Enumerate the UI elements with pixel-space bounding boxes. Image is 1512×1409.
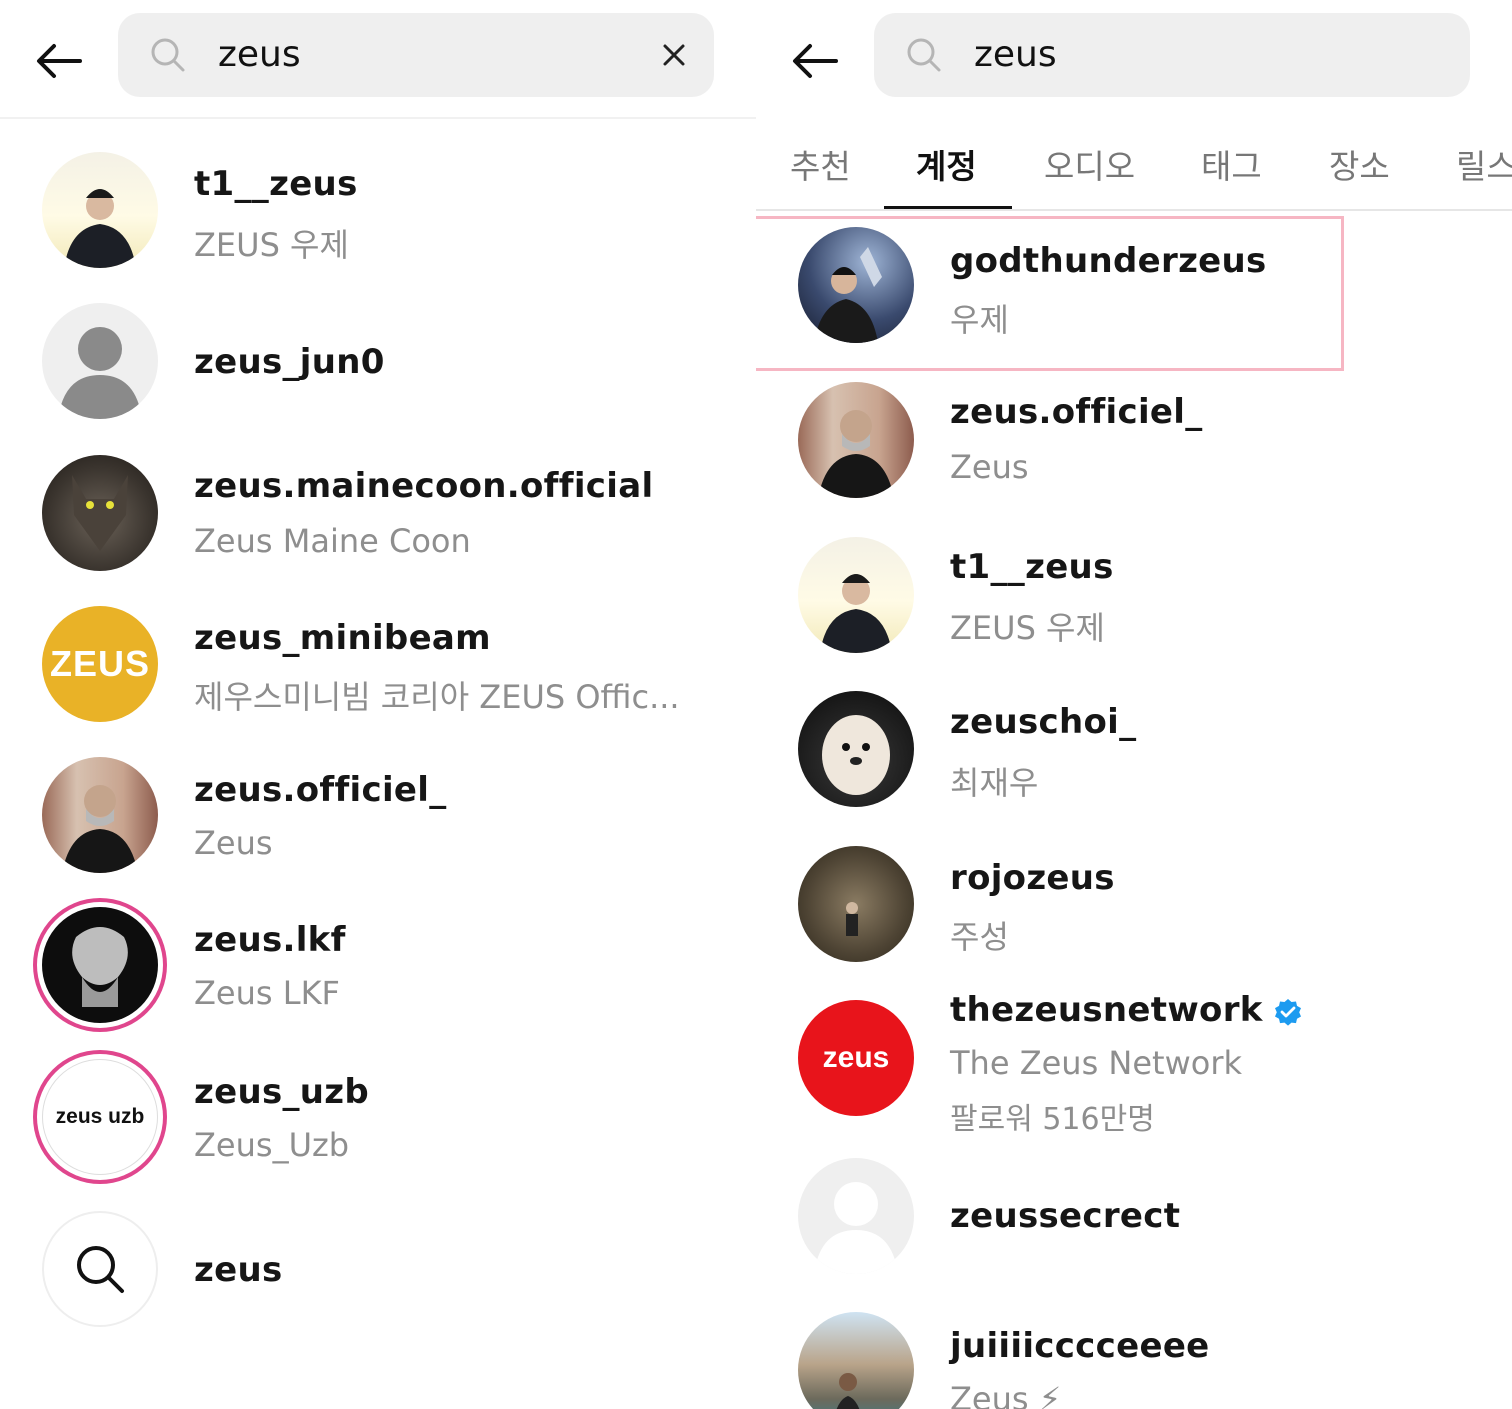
list-item[interactable]: t1__zeus ZEUS 우제: [756, 525, 1496, 665]
list-item[interactable]: zeus.officiel_ Zeus: [756, 370, 1496, 510]
tab-recommended[interactable]: 추천: [790, 140, 851, 188]
tab-reels[interactable]: 릴스: [1456, 140, 1512, 188]
avatar: [798, 846, 914, 962]
list-item[interactable]: zeuschoi_ 최재우: [756, 680, 1496, 820]
display-name: ZEUS 우제: [950, 609, 1105, 647]
avatar: [798, 691, 914, 807]
tab-tags[interactable]: 태그: [1201, 140, 1262, 188]
display-name: 주성: [950, 918, 1009, 956]
avatar: [798, 382, 914, 498]
username: zeus.lkf: [194, 920, 346, 960]
tab-audio[interactable]: 오디오: [1044, 140, 1135, 188]
search-icon: [151, 38, 185, 72]
display-name: The Zeus Network: [950, 1044, 1243, 1082]
avatar: zeus: [798, 1000, 914, 1116]
username: zeus.officiel_: [950, 392, 1203, 432]
avatar: [42, 455, 158, 571]
list-item[interactable]: zeus_jun0: [0, 290, 740, 430]
divider: [756, 209, 1512, 211]
username-with-badge: thezeusnetwork: [950, 990, 1303, 1030]
username: zeus.officiel_: [194, 770, 447, 810]
avatar: zeus uzb: [42, 1059, 158, 1175]
username: zeus: [194, 1250, 283, 1290]
username: zeus_jun0: [194, 342, 385, 382]
display-name: Zeus: [194, 824, 273, 862]
tab-accounts[interactable]: 계정: [916, 140, 977, 188]
avatar: [42, 1211, 158, 1327]
search-panel-right: zeus 추천 계정 오디오 태그 장소 릴스 godthunderzeus 우…: [756, 0, 1512, 1409]
avatar-logo-text: ZEUS: [49, 643, 150, 684]
list-item[interactable]: zeus thezeusnetwork The Zeus Network 팔로워…: [756, 988, 1496, 1148]
search-query[interactable]: zeus: [218, 33, 301, 77]
avatar: [42, 152, 158, 268]
display-name: 제우스미니빔 코리아 ZEUS Offic...: [194, 678, 680, 716]
avatar-logo-text: zeus uzb: [55, 1105, 145, 1128]
username: t1__zeus: [950, 547, 1114, 587]
list-item[interactable]: ZEUS zeus_minibeam 제우스미니빔 코리아 ZEUS Offic…: [0, 592, 740, 732]
username: zeussecrect: [950, 1196, 1181, 1236]
avatar: ZEUS: [42, 606, 158, 722]
list-item[interactable]: juiiiicccceeee Zeus ⚡: [756, 1300, 1496, 1409]
verified-badge-icon: [1274, 998, 1301, 1026]
avatar: [42, 757, 158, 873]
avatar: [798, 1312, 914, 1409]
username: thezeusnetwork: [950, 990, 1263, 1030]
search-icon: [907, 38, 941, 72]
username: juiiiicccceeee: [950, 1326, 1210, 1366]
keyword-search-row[interactable]: zeus: [0, 1198, 740, 1338]
display-name: Zeus_Uzb: [194, 1126, 350, 1164]
back-arrow-icon[interactable]: [790, 40, 840, 82]
display-name: Zeus Maine Coon: [194, 522, 471, 560]
display-name: Zeus LKF: [194, 974, 340, 1012]
search-icon: [77, 1246, 124, 1293]
highlight-box: [756, 216, 1344, 371]
tab-places[interactable]: 장소: [1329, 140, 1390, 188]
display-name: 최재우: [950, 764, 1039, 802]
follower-count: 팔로워 516만명: [950, 1102, 1155, 1137]
list-item[interactable]: zeus uzb zeus_uzb Zeus_Uzb: [0, 1046, 740, 1186]
tab-bar: 추천 계정 오디오 태그 장소 릴스: [756, 120, 1512, 212]
avatar: [42, 303, 158, 419]
username: zeus_minibeam: [194, 618, 491, 658]
username: zeus.mainecoon.official: [194, 466, 654, 506]
search-panel-left: zeus t1__zeus ZEUS 우제 zeus_jun0 zeus.mai…: [0, 0, 756, 1409]
search-input[interactable]: zeus: [118, 13, 714, 97]
list-item[interactable]: zeussecrect: [756, 1148, 1496, 1288]
back-arrow-icon[interactable]: [34, 40, 84, 82]
list-item[interactable]: rojozeus 주성: [756, 834, 1496, 974]
avatar: [798, 537, 914, 653]
avatar: [42, 907, 158, 1023]
display-name: ZEUS 우제: [194, 226, 349, 264]
list-item[interactable]: t1__zeus ZEUS 우제: [0, 140, 740, 280]
username: zeuschoi_: [950, 702, 1137, 742]
username: rojozeus: [950, 858, 1115, 898]
search-input[interactable]: zeus: [874, 13, 1470, 97]
avatar: [798, 1158, 914, 1274]
username: t1__zeus: [194, 164, 358, 204]
list-item[interactable]: zeus.mainecoon.official Zeus Maine Coon: [0, 442, 740, 582]
list-item[interactable]: zeus.lkf Zeus LKF: [0, 894, 740, 1034]
display-name: Zeus ⚡: [950, 1380, 1062, 1409]
search-query[interactable]: zeus: [974, 33, 1057, 77]
display-name: Zeus: [950, 448, 1029, 486]
list-item[interactable]: zeus.officiel_ Zeus: [0, 744, 740, 884]
clear-icon[interactable]: [658, 39, 690, 71]
avatar-logo-text: zeus: [822, 1041, 890, 1074]
divider: [0, 117, 756, 119]
username: zeus_uzb: [194, 1072, 370, 1112]
